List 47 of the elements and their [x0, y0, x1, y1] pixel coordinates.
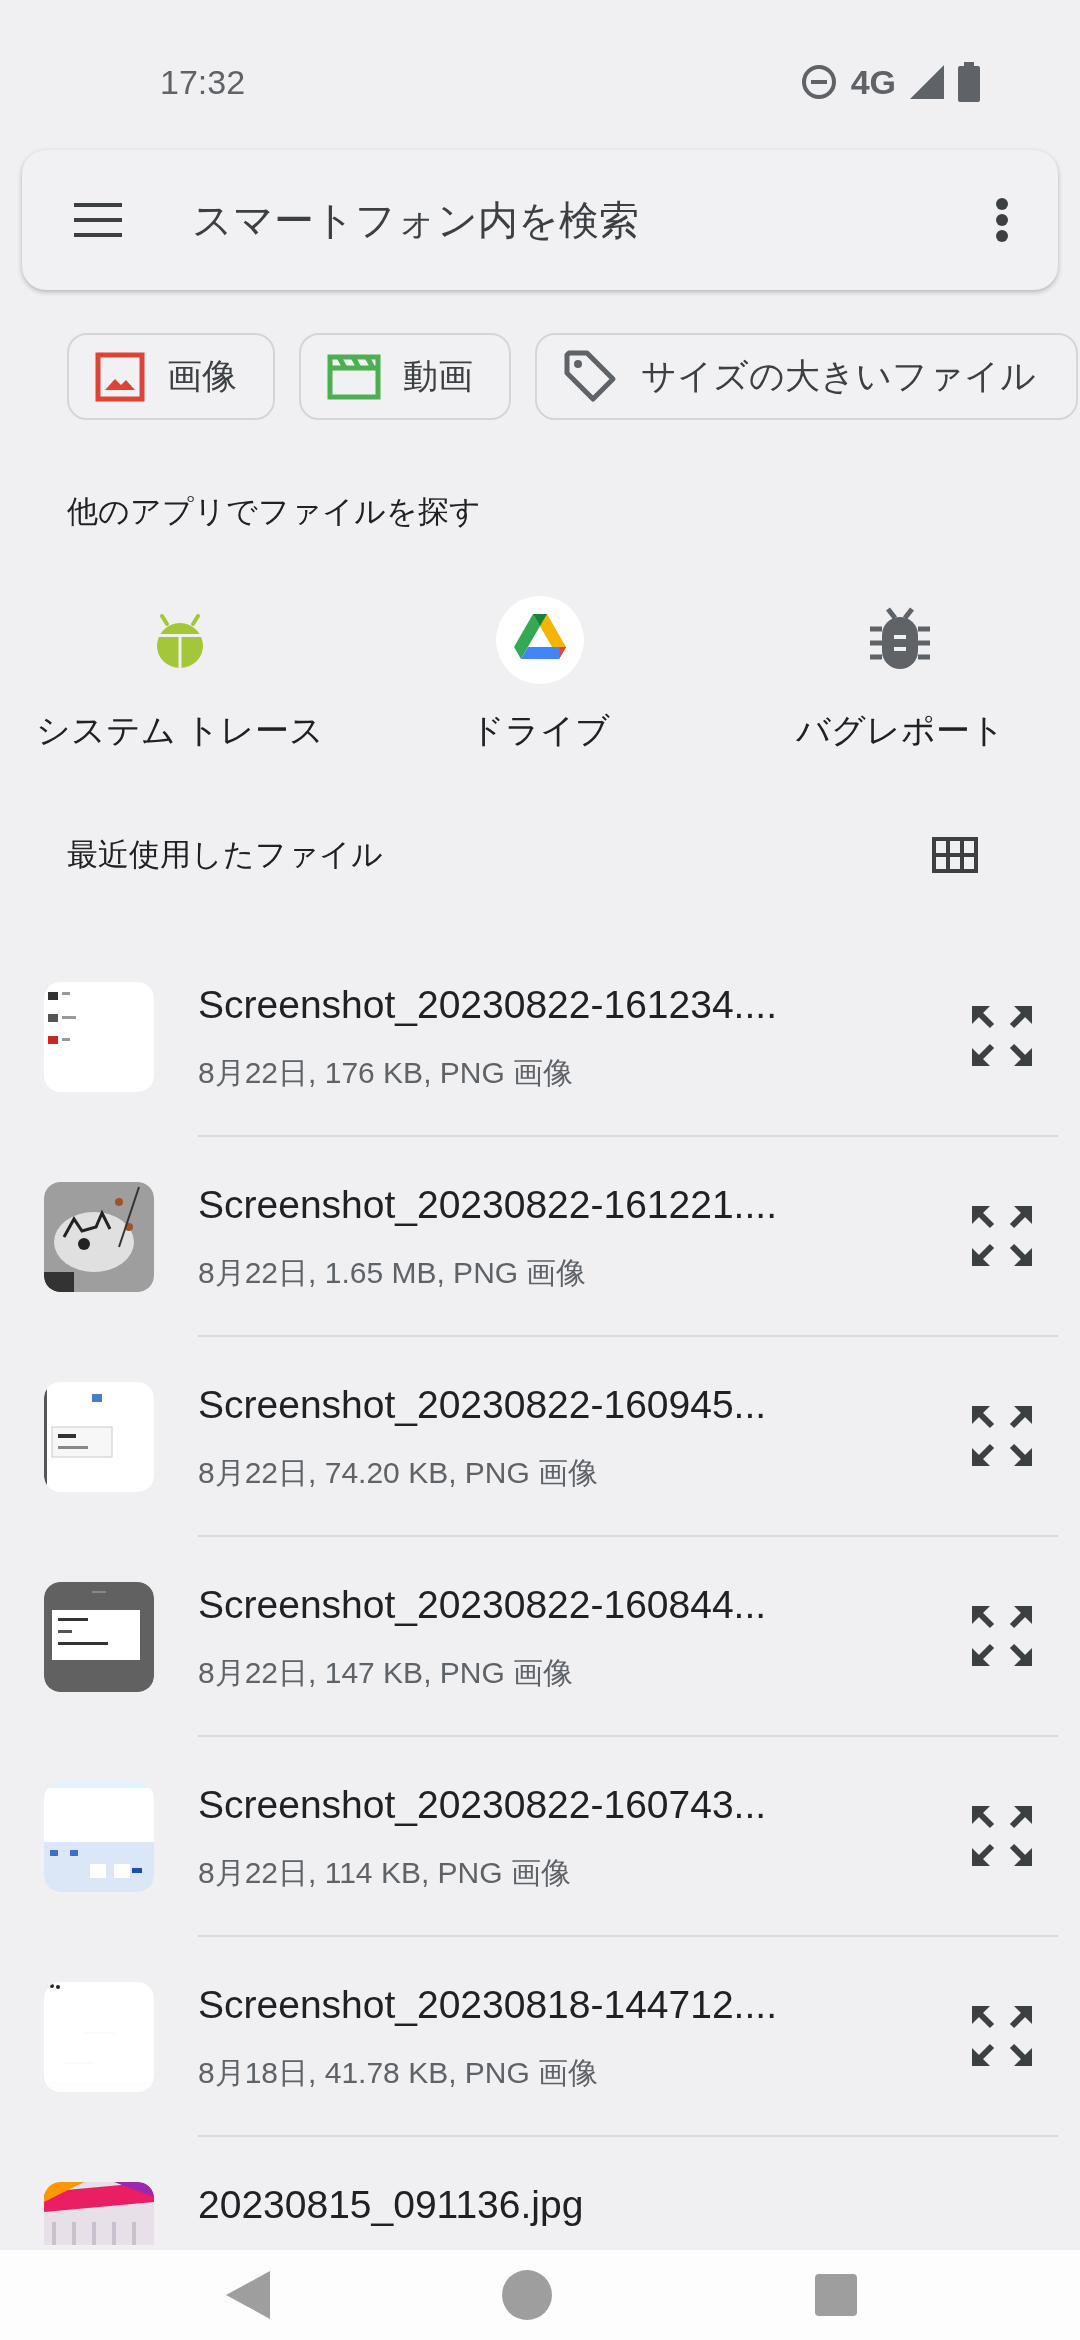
- signal-icon: [910, 65, 944, 99]
- filter-chip[interactable]: 動画: [299, 333, 511, 420]
- do-not-disturb-icon: [800, 64, 837, 100]
- battery-icon: [958, 62, 980, 102]
- app-shortcut-label[interactable]: バグレポート: [795, 710, 1005, 750]
- expand-icon[interactable]: [970, 1004, 1034, 1068]
- file-item[interactable]: Screenshot_20230822-161234.... 8月22日, 176 KB, PNG 画像: [0, 937, 1080, 1137]
- expand-icon[interactable]: [970, 1604, 1034, 1668]
- menu-icon[interactable]: [74, 203, 122, 237]
- file-details: 8月22日, 147 KB, PNG 画像: [198, 1655, 575, 1691]
- file-item[interactable]: Screenshot_20230818-144712.... 8月18日, 41.78 KB, PNG 画像: [0, 1937, 1080, 2137]
- app-shortcut-label[interactable]: ドライブ: [470, 710, 610, 750]
- file-item[interactable]: Screenshot_20230822-160743... 8月22日, 114 KB, PNG 画像: [0, 1737, 1080, 1937]
- app-shortcut-label[interactable]: システム トレース: [35, 710, 325, 750]
- file-details: 8月18日, 41.78 KB, PNG 画像: [198, 2055, 600, 2091]
- section-title: 他のアプリでファイルを探す: [67, 493, 482, 531]
- file-name: Screenshot_20230822-161221....: [198, 1182, 778, 1228]
- expand-icon[interactable]: [970, 2004, 1034, 2068]
- search-field[interactable]: スマートフォン内を検索: [192, 197, 996, 243]
- file-name: Screenshot_20230822-160743...: [198, 1782, 768, 1828]
- file-details: 8月22日, 1.65 MB, PNG 画像: [198, 1255, 588, 1291]
- expand-icon[interactable]: [970, 1404, 1034, 1468]
- file-item[interactable]: Screenshot_20230822-160945... 8月22日, 74.20 KB, PNG 画像: [0, 1337, 1080, 1537]
- filter-chip[interactable]: 画像: [67, 333, 275, 420]
- clock-time: 17:32: [160, 62, 246, 102]
- more-options-icon[interactable]: [996, 198, 1008, 242]
- file-name: 20230815_091136.jpg: [198, 2182, 585, 2228]
- file-details: 8月22日, 74.20 KB, PNG 画像: [198, 1455, 600, 1491]
- file-details: 8月22日, 176 KB, PNG 画像: [198, 1055, 575, 1091]
- section-title: 最近使用したファイル: [67, 836, 383, 874]
- expand-icon[interactable]: [970, 1204, 1034, 1268]
- network-type: 4G: [850, 62, 896, 102]
- image-icon: [95, 351, 145, 402]
- file-item[interactable]: Screenshot_20230822-161221.... 8月22日, 1.65 MB, PNG 画像: [0, 1137, 1080, 1337]
- file-name: Screenshot_20230822-161234....: [198, 982, 778, 1028]
- back-icon[interactable]: [226, 2271, 270, 2319]
- file-name: Screenshot_20230822-160945...: [198, 1382, 768, 1428]
- clapperboard-icon: [327, 353, 381, 400]
- file-name: Screenshot_20230822-160844...: [198, 1582, 768, 1628]
- file-name: Screenshot_20230818-144712....: [198, 1982, 778, 2028]
- file-item[interactable]: Screenshot_20230822-160844... 8月22日, 147 KB, PNG 画像: [0, 1537, 1080, 1737]
- search-bar[interactable]: スマートフォン内を検索: [22, 150, 1058, 290]
- drive-logo-icon: [496, 596, 584, 684]
- grid-view-icon[interactable]: [932, 837, 978, 873]
- expand-icon[interactable]: [970, 1804, 1034, 1868]
- file-details: 8月22日, 114 KB, PNG 画像: [198, 1855, 572, 1891]
- home-icon[interactable]: [502, 2270, 552, 2320]
